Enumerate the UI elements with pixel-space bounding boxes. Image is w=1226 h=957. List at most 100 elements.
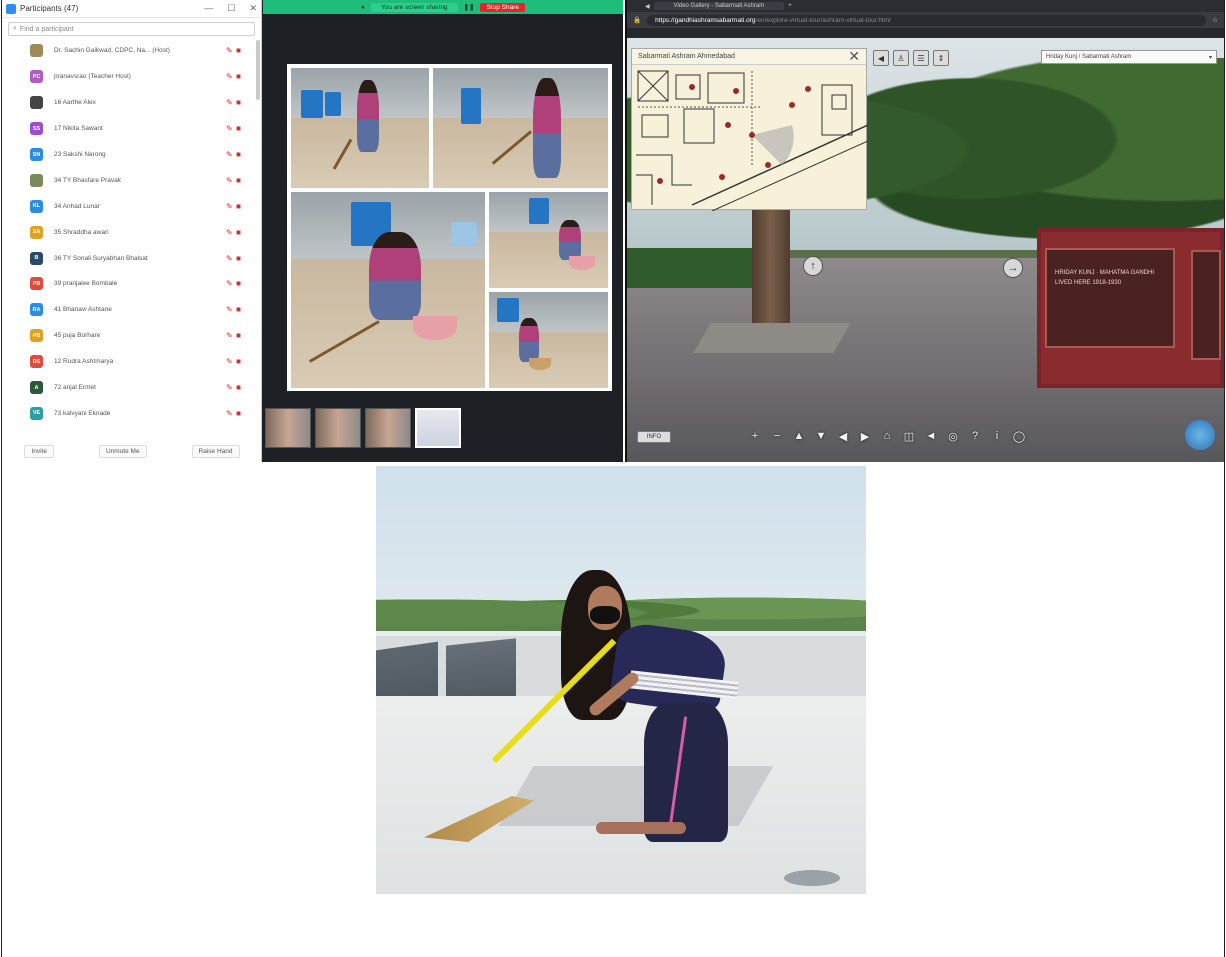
- map-close-icon[interactable]: ✕: [848, 48, 860, 65]
- new-tab-icon[interactable]: +: [788, 3, 792, 9]
- video-off-icon[interactable]: ◼: [236, 332, 241, 339]
- close-icon[interactable]: ✕: [249, 3, 257, 14]
- zoom-in-icon[interactable]: +: [747, 428, 763, 444]
- minimize-icon[interactable]: —: [204, 3, 213, 14]
- participant-row[interactable]: PB 45 puja Borhare ✎ ◼: [2, 323, 254, 349]
- video-off-icon[interactable]: ◼: [236, 203, 241, 210]
- muted-mic-icon[interactable]: ✎: [226, 72, 233, 81]
- hotspot-arrow-up-icon[interactable]: ↑: [803, 256, 823, 276]
- video-off-icon[interactable]: ◼: [236, 229, 241, 236]
- sound-icon[interactable]: ◀: [873, 50, 889, 66]
- video-off-icon[interactable]: ◼: [236, 125, 241, 132]
- thumbnail-2[interactable]: [315, 408, 361, 448]
- thumbnail-1[interactable]: [265, 408, 311, 448]
- face-mask: [590, 606, 620, 624]
- lock-icon: 🔒: [633, 17, 642, 24]
- avatar: KL: [30, 199, 43, 213]
- browser-tab[interactable]: Video Gallery - Sabarmati Ashram: [653, 2, 785, 10]
- participant-row[interactable]: A 72 anjal Ermet ✎ ◼: [2, 375, 254, 401]
- floorplan-map[interactable]: [632, 65, 868, 211]
- participant-search-input[interactable]: ⌕ Find a participant: [8, 22, 255, 36]
- muted-mic-icon[interactable]: ✎: [226, 150, 233, 159]
- muted-mic-icon[interactable]: ✎: [226, 383, 233, 392]
- participant-row[interactable]: Dr. Sachin Gaikwad, CDPC, Na... (Host) ✎ ◼: [2, 38, 254, 64]
- video-off-icon[interactable]: ◼: [236, 255, 241, 262]
- participant-row[interactable]: RA 41 Bhanavi Ashtane ✎ ◼: [2, 297, 254, 323]
- video-off-icon[interactable]: ◼: [236, 73, 241, 80]
- avatar: SN: [30, 148, 43, 161]
- menu-icon[interactable]: ☰: [913, 50, 929, 66]
- muted-mic-icon[interactable]: ✎: [226, 305, 233, 314]
- map-titlebar: Sabarmati Ashram Ahmedabad ✕: [632, 48, 866, 65]
- help-icon[interactable]: ?: [967, 428, 983, 444]
- muted-mic-icon[interactable]: ✎: [226, 254, 233, 263]
- muted-mic-icon[interactable]: ✎: [226, 331, 233, 340]
- muted-mic-icon[interactable]: ✎: [226, 279, 233, 288]
- participant-name: pranavsrao (Teacher Host): [54, 73, 131, 81]
- video-off-icon[interactable]: ◼: [236, 151, 241, 158]
- arrow-up-icon[interactable]: ▲: [791, 428, 807, 444]
- zoom-out-icon[interactable]: −: [769, 428, 785, 444]
- pause-share-icon[interactable]: ❚❚: [464, 3, 475, 11]
- participant-row[interactable]: VE 73 kalvyani Eknade ✎ ◼: [2, 400, 254, 426]
- muted-mic-icon[interactable]: ✎: [226, 357, 233, 366]
- stop-share-button[interactable]: Stop Share: [480, 2, 525, 12]
- bookmark-icon[interactable]: ☆: [1212, 16, 1218, 24]
- muted-mic-icon[interactable]: ✎: [226, 202, 233, 211]
- hotspot-arrow-right-icon[interactable]: →: [1003, 258, 1023, 278]
- participant-row[interactable]: DS 12 Rudra Ashtmarya ✎ ◼: [2, 349, 254, 375]
- participant-row[interactable]: B 36 TY Sonali Suryabhan Bhalsat ✎ ◼: [2, 245, 254, 271]
- video-off-icon[interactable]: ◼: [236, 280, 241, 287]
- video-off-icon[interactable]: ◼: [236, 358, 241, 365]
- fullscreen-toggle-icon[interactable]: ◯: [1011, 428, 1027, 444]
- arrow-left-icon[interactable]: ◀: [835, 428, 851, 444]
- muted-mic-icon[interactable]: ✎: [226, 228, 233, 237]
- participant-row[interactable]: SA 35 Shraddha awari ✎ ◼: [2, 219, 254, 245]
- video-off-icon[interactable]: ◼: [236, 306, 241, 313]
- unmute-me-button[interactable]: Unmute Me: [98, 444, 147, 458]
- thumbnail-3[interactable]: [365, 408, 411, 448]
- muted-mic-icon[interactable]: ✎: [226, 98, 233, 107]
- thumbnail-4-selected[interactable]: [415, 408, 461, 448]
- muted-mic-icon[interactable]: ✎: [226, 176, 233, 185]
- participant-row[interactable]: 34 TY Bhasfare Pravak ✎ ◼: [2, 167, 254, 193]
- slide-thumbnails: [265, 408, 461, 448]
- participant-list-scrollbar[interactable]: [256, 40, 260, 100]
- muted-mic-icon[interactable]: ✎: [226, 409, 233, 418]
- gyro-icon[interactable]: ◎: [945, 428, 961, 444]
- participant-row[interactable]: 16 Aarthe Alex ✎ ◼: [2, 90, 254, 116]
- person-icon[interactable]: ♙: [893, 50, 909, 66]
- fullscreen-icon[interactable]: ⇕: [933, 50, 949, 66]
- home-icon[interactable]: ⌂: [879, 428, 895, 444]
- participant-row[interactable]: PB 39 pranjalee Bombale ✎ ◼: [2, 271, 254, 297]
- audio-icon[interactable]: ◄: [923, 428, 939, 444]
- participant-row[interactable]: PC pranavsrao (Teacher Host) ✎ ◼: [2, 64, 254, 90]
- url-field[interactable]: https://gandhiashramsabarmati.org/en/exp…: [647, 14, 1207, 26]
- invite-button[interactable]: Invite: [24, 444, 55, 458]
- avatar: PC: [30, 70, 43, 84]
- arrow-down-icon[interactable]: ▼: [813, 428, 829, 444]
- participant-row[interactable]: KL 34 Anhad Lunar ✎ ◼: [2, 193, 254, 219]
- info-button[interactable]: INFO: [637, 431, 671, 443]
- vr-icon[interactable]: ◫: [901, 428, 917, 444]
- participant-name: 73 kalvyani Eknade: [54, 409, 111, 417]
- muted-mic-icon[interactable]: ✎: [226, 46, 233, 55]
- back-icon[interactable]: ◀: [645, 3, 650, 10]
- info-icon[interactable]: i: [989, 428, 1005, 444]
- video-off-icon[interactable]: ◼: [236, 47, 241, 54]
- document-page: Participants (47) — ☐ ✕ ⌕ Find a partici…: [0, 0, 1226, 957]
- avatar: A: [30, 381, 43, 395]
- muted-mic-icon[interactable]: ✎: [226, 124, 233, 133]
- video-off-icon[interactable]: ◼: [236, 99, 241, 106]
- raise-hand-button[interactable]: Raise Hand: [191, 444, 240, 458]
- video-off-icon[interactable]: ◼: [236, 410, 241, 417]
- participant-name: 16 Aarthe Alex: [54, 99, 96, 107]
- maximize-icon[interactable]: ☐: [227, 3, 235, 14]
- location-dropdown[interactable]: Hriday Kunj / Sabarmati Ashram ▾: [1041, 50, 1217, 64]
- video-off-icon[interactable]: ◼: [236, 384, 241, 391]
- participant-row[interactable]: SS 17 Nikita Sawant ✎ ◼: [2, 116, 254, 142]
- participant-row[interactable]: SN 23 Sakshi Narong ✎ ◼: [2, 142, 254, 168]
- panorama-viewer[interactable]: HRIDAY KUNJ · MAHATMA GANDHI LIVED HERE …: [627, 38, 1224, 462]
- video-off-icon[interactable]: ◼: [236, 177, 241, 184]
- arrow-right-icon[interactable]: ▶: [857, 428, 873, 444]
